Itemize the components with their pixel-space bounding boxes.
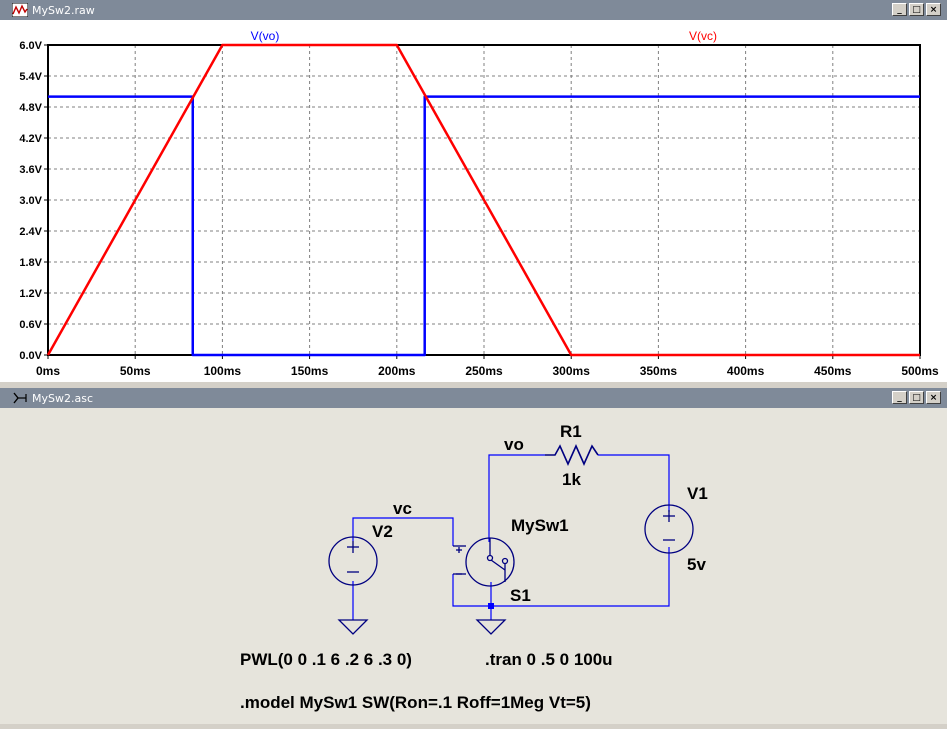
close-button[interactable]: ×: [926, 391, 941, 404]
waveform-chart[interactable]: 0ms 50ms 100ms 150ms 200ms 250ms 300ms 350ms 400…: [0, 20, 947, 382]
resistor-r1[interactable]: [545, 444, 599, 466]
maximize-button[interactable]: □: [909, 3, 924, 16]
x-tick-label: 200ms: [378, 364, 416, 378]
schematic-canvas[interactable]: vo R1 1k V1 5v vc V2 MySw1 S1 PWL(0 0 .1…: [0, 408, 947, 724]
y-tick-label: 1.8V: [19, 257, 42, 269]
trace-label[interactable]: V(vc): [689, 29, 717, 43]
y-tick-label: 1.2V: [19, 288, 42, 300]
voltage-switch-s1[interactable]: [453, 537, 515, 587]
trace-vvc[interactable]: [46, 43, 920, 357]
y-tick-label: 4.2V: [19, 133, 42, 145]
junction-dot: [488, 603, 494, 609]
y-tick-label: 5.4V: [19, 71, 42, 83]
x-tick-label: 500ms: [901, 364, 939, 378]
x-tick-label: 0ms: [36, 364, 60, 378]
y-tick-label: 3.0V: [19, 195, 42, 207]
schematic-window: MySw2.asc _ □ × vo R1 1k V1 5v vc V2 MyS…: [0, 388, 947, 728]
maximize-button[interactable]: □: [909, 391, 924, 404]
x-tick-label: 150ms: [291, 364, 329, 378]
schematic-drawing[interactable]: vo R1 1k V1 5v vc V2 MySw1 S1 PWL(0 0 .1…: [0, 408, 947, 724]
waveform-icon: [12, 3, 28, 17]
v2-name-label[interactable]: V2: [372, 522, 393, 541]
tran-directive[interactable]: .tran 0 .5 0 100u: [485, 650, 613, 669]
x-tick-label: 250ms: [465, 364, 503, 378]
minimize-button[interactable]: _: [892, 391, 907, 404]
y-tick-label: 0.6V: [19, 319, 42, 331]
resistor-value-label[interactable]: 1k: [562, 470, 581, 489]
voltage-source-v1[interactable]: [644, 504, 694, 554]
y-tick-label: 3.6V: [19, 164, 42, 176]
y-tick-label: 2.4V: [19, 226, 42, 238]
minimize-button[interactable]: _: [892, 3, 907, 16]
close-button[interactable]: ×: [926, 3, 941, 16]
schematic-titlebar[interactable]: MySw2.asc _ □ ×: [0, 388, 947, 408]
pwl-directive[interactable]: PWL(0 0 .1 6 .2 6 .3 0): [240, 650, 412, 669]
voltage-source-v2[interactable]: [328, 536, 378, 586]
x-tick-label: 50ms: [120, 364, 151, 378]
y-tick-label: 4.8V: [19, 102, 42, 114]
ground-symbol: [475, 619, 507, 635]
y-tick-label: 6.0V: [19, 40, 42, 52]
x-tick-label: 400ms: [727, 364, 765, 378]
wire[interactable]: [598, 454, 670, 512]
schematic-icon: [13, 392, 27, 404]
x-tick-label: 450ms: [814, 364, 852, 378]
schematic-window-title: MySw2.asc: [32, 392, 93, 405]
x-tick-label: 100ms: [204, 364, 242, 378]
waveform-window-title: MySw2.raw: [32, 4, 95, 17]
ground-symbol: [337, 619, 369, 635]
v1-value-label[interactable]: 5v: [687, 555, 706, 574]
waveform-window: MySw2.raw _ □ × 0ms 50ms 100ms 150ms 200ms 25…: [0, 0, 947, 385]
y-tick-label: 0.0V: [19, 350, 42, 362]
x-tick-label: 350ms: [640, 364, 678, 378]
v1-name-label[interactable]: V1: [687, 484, 708, 503]
switch-model-label[interactable]: MySw1: [511, 516, 569, 535]
waveform-titlebar[interactable]: MySw2.raw _ □ ×: [0, 0, 947, 20]
trace-label[interactable]: V(vo): [251, 29, 280, 43]
net-label-vo[interactable]: vo: [504, 435, 524, 454]
plot-area[interactable]: 0ms 50ms 100ms 150ms 200ms 250ms 300ms 350ms 400…: [0, 20, 947, 382]
model-directive[interactable]: .model MySw1 SW(Ron=.1 Roff=1Meg Vt=5): [240, 693, 591, 712]
switch-name-label[interactable]: S1: [510, 586, 531, 605]
net-label-vc[interactable]: vc: [393, 499, 412, 518]
x-tick-label: 300ms: [553, 364, 591, 378]
resistor-name-label[interactable]: R1: [560, 422, 582, 441]
